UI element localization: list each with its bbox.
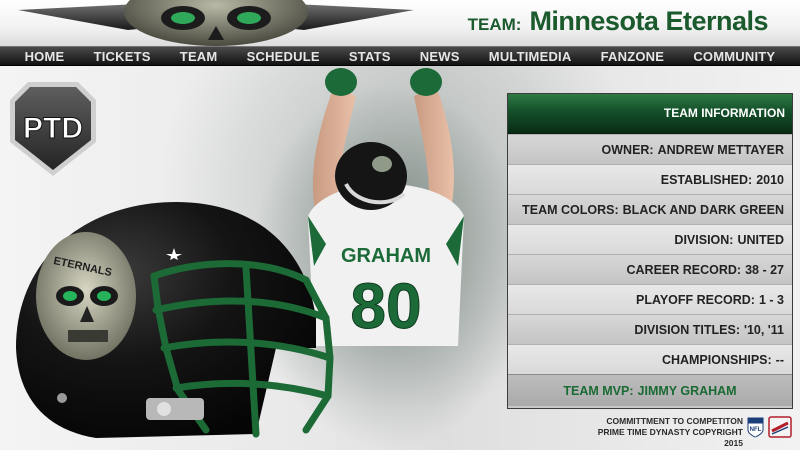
nav-team[interactable]: TEAM: [180, 49, 218, 64]
main-nav: HOME TICKETS TEAM SCHEDULE STATS NEWS MU…: [0, 46, 800, 66]
info-value: ANDREW METTAYER: [657, 142, 784, 157]
header-bar: TEAM: Minnesota Eternals: [0, 0, 800, 46]
nav-tickets[interactable]: TICKETS: [94, 49, 151, 64]
nav-fanzone[interactable]: FANZONE: [601, 49, 665, 64]
nav-multimedia[interactable]: MULTIMEDIA: [489, 49, 572, 64]
team-info-panel: TEAM INFORMATION OWNER: ANDREW METTAYER …: [507, 93, 793, 409]
mvp-label: TEAM MVP:: [563, 383, 634, 398]
info-row-team-colors: TEAM COLORS: BLACK AND DARK GREEN: [508, 194, 792, 224]
skull-spikes-logo-icon: [18, 0, 414, 46]
info-value: 1 - 3: [758, 292, 784, 307]
nav-news[interactable]: NEWS: [420, 49, 460, 64]
nav-stats[interactable]: STATS: [349, 49, 391, 64]
info-value: '10, '11: [743, 322, 784, 337]
info-value: --: [775, 352, 784, 367]
info-label: CHAMPIONSHIPS:: [661, 352, 772, 367]
info-label: TEAM COLORS:: [522, 202, 619, 217]
info-value: BLACK AND DARK GREEN: [622, 202, 784, 217]
team-title: TEAM: Minnesota Eternals: [467, 6, 769, 42]
nfl-shield-icon: NFL: [747, 417, 764, 438]
team-helmet: ETERNALS: [16, 202, 334, 438]
info-value: 2010: [756, 172, 784, 187]
info-row-playoff-record: PLAYOFF RECORD: 1 - 3: [508, 284, 792, 314]
team-info-title: TEAM INFORMATION: [508, 94, 792, 134]
footer-copyright-line: PRIME TIME DYNASTY COPYRIGHT 2015: [597, 427, 743, 448]
info-label: ESTABLISHED:: [660, 172, 753, 187]
info-value: 38 - 27: [745, 262, 784, 277]
info-label: CAREER RECORD:: [626, 262, 742, 277]
info-label: OWNER:: [601, 142, 654, 157]
nav-community[interactable]: COMMUNITY: [693, 49, 775, 64]
player-name: GRAHAM: [341, 245, 431, 267]
info-row-division-titles: DIVISION TITLES: '10, '11: [508, 314, 792, 344]
info-row-division: DIVISION: UNITED: [508, 224, 792, 254]
badge-text: PTD: [23, 112, 83, 145]
team-name: Minnesota Eternals: [529, 6, 768, 36]
footer-copyright: COMMITTMENT TO COMPETITON PRIME TIME DYN…: [577, 416, 743, 449]
info-label: DIVISION:: [674, 232, 734, 247]
info-row-established: ESTABLISHED: 2010: [508, 164, 792, 194]
nav-home[interactable]: HOME: [25, 49, 65, 64]
league-logo-icon: [768, 416, 792, 438]
info-row-team-mvp: TEAM MVP: JIMMY GRAHAM: [508, 374, 792, 406]
info-row-owner: OWNER: ANDREW METTAYER: [508, 134, 792, 164]
mvp-value: JIMMY GRAHAM: [637, 383, 737, 398]
player-number: 80: [350, 270, 421, 342]
info-row-championships: CHAMPIONSHIPS: --: [508, 344, 792, 374]
nfl-shield-text: NFL: [750, 427, 762, 433]
footer-tagline: COMMITTMENT TO COMPETITON: [606, 416, 743, 426]
info-label: PLAYOFF RECORD:: [635, 292, 755, 307]
nav-schedule[interactable]: SCHEDULE: [247, 49, 320, 64]
info-value: UNITED: [737, 232, 784, 247]
team-label: TEAM:: [467, 15, 522, 34]
ptd-shield-badge-icon: PTD: [10, 82, 96, 176]
info-row-career-record: CAREER RECORD: 38 - 27: [508, 254, 792, 284]
info-label: DIVISION TITLES:: [634, 322, 740, 337]
